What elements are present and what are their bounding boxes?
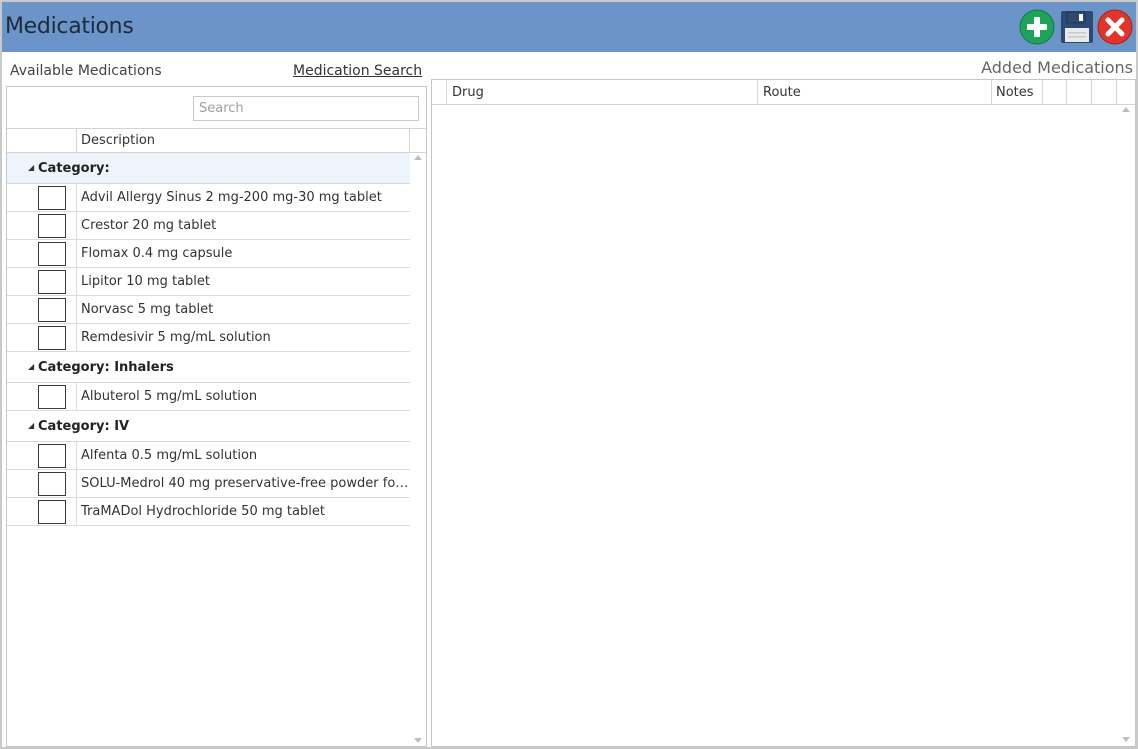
column-divider — [76, 268, 77, 296]
category-row[interactable]: ◢ Category: Inhalers — [7, 352, 410, 383]
medication-checkbox[interactable] — [38, 214, 66, 238]
column-divider — [76, 383, 77, 411]
medication-name: Flomax 0.4 mg capsule — [81, 246, 233, 261]
medication-row[interactable]: SOLU-Medrol 40 mg preservative-free powd… — [7, 470, 410, 498]
added-medications-label: Added Medications — [981, 58, 1133, 77]
column-divider — [76, 470, 77, 498]
scroll-up-arrow-icon[interactable] — [1122, 107, 1130, 112]
added-list-scrollbar[interactable] — [1118, 105, 1134, 746]
category-label: Category: — [38, 161, 110, 176]
column-divider — [1116, 80, 1117, 104]
category-label: Category: IV — [38, 419, 130, 434]
medication-checkbox[interactable] — [38, 298, 66, 322]
scroll-down-arrow-icon[interactable] — [414, 738, 422, 743]
added-grid-header: Drug Route Notes — [432, 80, 1135, 105]
medications-window: Medications Available Medications Medica… — [0, 0, 1138, 749]
medication-row[interactable]: Lipitor 10 mg tablet — [7, 268, 410, 296]
medication-checkbox[interactable] — [38, 242, 66, 266]
medication-name: Alfenta 0.5 mg/mL solution — [81, 448, 258, 463]
collapse-triangle-icon[interactable]: ◢ — [28, 362, 34, 371]
search-input[interactable] — [193, 96, 419, 121]
medication-checkbox[interactable] — [38, 326, 66, 350]
available-medications-list: ◢ Category: Advil Allergy Sinus 2 mg-200… — [7, 153, 410, 526]
column-divider — [76, 498, 77, 526]
scroll-down-arrow-icon[interactable] — [1122, 737, 1130, 742]
medication-checkbox[interactable] — [38, 270, 66, 294]
column-divider — [76, 212, 77, 240]
medication-row[interactable]: Crestor 20 mg tablet — [7, 212, 410, 240]
medication-name: Remdesivir 5 mg/mL solution — [81, 330, 271, 345]
column-divider — [76, 184, 77, 212]
medication-checkbox[interactable] — [38, 500, 66, 524]
column-divider — [76, 324, 77, 352]
medication-checkbox[interactable] — [38, 444, 66, 468]
available-medications-label: Available Medications — [10, 63, 162, 79]
drug-column-header[interactable]: Drug — [452, 85, 484, 100]
medication-name: SOLU-Medrol 40 mg preservative-free powd… — [81, 476, 409, 491]
close-button[interactable] — [1097, 9, 1133, 45]
column-divider — [1042, 80, 1043, 104]
available-grid-header: Description — [7, 128, 426, 153]
medication-checkbox[interactable] — [38, 385, 66, 409]
medication-name: TraMADol Hydrochloride 50 mg tablet — [81, 504, 325, 519]
window-title: Medications — [5, 14, 134, 39]
added-medications-panel: Drug Route Notes — [431, 79, 1136, 747]
medication-name: Advil Allergy Sinus 2 mg-200 mg-30 mg ta… — [81, 190, 382, 205]
available-medications-panel: Description ◢ Category: Advil Allergy Si… — [6, 86, 427, 747]
column-divider — [1066, 80, 1067, 104]
medication-name: Lipitor 10 mg tablet — [81, 274, 210, 289]
collapse-triangle-icon[interactable]: ◢ — [28, 421, 34, 430]
notes-column-header[interactable]: Notes — [996, 85, 1034, 100]
close-circle-icon — [1097, 9, 1133, 45]
plus-circle-icon — [1019, 9, 1055, 45]
column-divider — [76, 296, 77, 324]
category-label: Category: Inhalers — [38, 360, 174, 375]
medication-row[interactable]: Remdesivir 5 mg/mL solution — [7, 324, 410, 352]
add-button[interactable] — [1019, 9, 1055, 45]
medication-row[interactable]: Norvasc 5 mg tablet — [7, 296, 410, 324]
column-divider — [757, 80, 758, 104]
column-divider — [76, 129, 77, 153]
medication-search-link[interactable]: Medication Search — [293, 63, 422, 79]
medication-name: Albuterol 5 mg/mL solution — [81, 389, 258, 404]
column-divider — [446, 80, 447, 104]
medication-checkbox[interactable] — [38, 186, 66, 210]
medication-name: Crestor 20 mg tablet — [81, 218, 217, 233]
column-divider — [1091, 80, 1092, 104]
medication-checkbox[interactable] — [38, 472, 66, 496]
column-divider — [76, 442, 77, 470]
medication-row[interactable]: Albuterol 5 mg/mL solution — [7, 383, 410, 411]
medication-row[interactable]: Flomax 0.4 mg capsule — [7, 240, 410, 268]
column-divider — [76, 240, 77, 268]
scroll-up-arrow-icon[interactable] — [414, 155, 422, 160]
medication-row[interactable]: TraMADol Hydrochloride 50 mg tablet — [7, 498, 410, 526]
medication-name: Norvasc 5 mg tablet — [81, 302, 214, 317]
floppy-disk-icon — [1061, 11, 1093, 43]
title-bar: Medications — [2, 2, 1136, 52]
save-button[interactable] — [1059, 9, 1095, 45]
medication-row[interactable]: Alfenta 0.5 mg/mL solution — [7, 442, 410, 470]
route-column-header[interactable]: Route — [763, 85, 801, 100]
category-row[interactable]: ◢ Category: — [7, 153, 410, 184]
description-column-header[interactable]: Description — [81, 133, 155, 148]
available-list-scrollbar[interactable] — [410, 153, 426, 747]
column-divider — [991, 80, 992, 104]
medication-row[interactable]: Advil Allergy Sinus 2 mg-200 mg-30 mg ta… — [7, 184, 410, 212]
column-divider — [409, 129, 410, 153]
category-row[interactable]: ◢ Category: IV — [7, 411, 410, 442]
collapse-triangle-icon[interactable]: ◢ — [28, 163, 34, 172]
